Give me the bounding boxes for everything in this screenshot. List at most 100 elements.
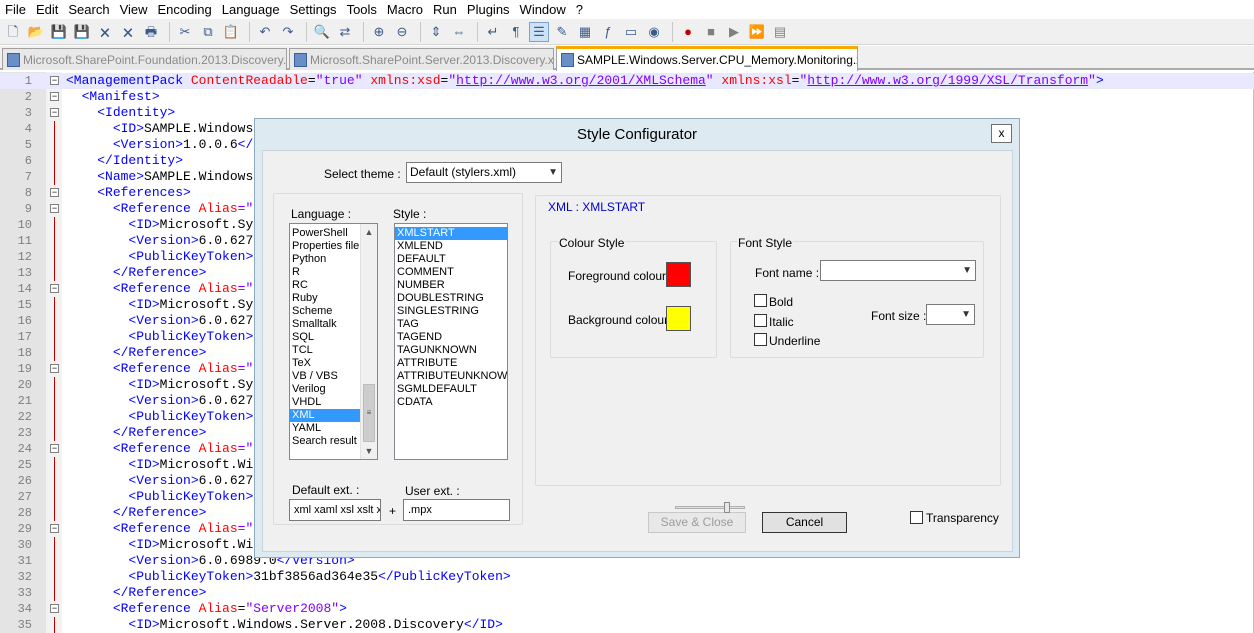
transparency-checkbox[interactable] <box>910 511 923 524</box>
style-item[interactable]: TAGEND <box>395 331 507 344</box>
play-icon[interactable]: ▶ <box>724 22 744 42</box>
fold-minus-icon[interactable]: − <box>50 524 59 533</box>
sync-v-icon[interactable]: ⇕ <box>426 22 446 42</box>
close-all-icon[interactable]: 🗙 <box>118 22 138 42</box>
style-item[interactable]: DEFAULT <box>395 253 507 266</box>
indent-guide-icon[interactable]: ☰ <box>529 21 549 42</box>
style-item[interactable]: TAGUNKNOWN <box>395 344 507 357</box>
fold-minus-icon[interactable]: − <box>50 604 59 613</box>
style-item[interactable]: TAG <box>395 318 507 331</box>
language-list-scrollbar[interactable]: ▲ ≡ ▼ <box>360 224 377 459</box>
stop-icon[interactable]: ■ <box>701 22 721 42</box>
replace-icon[interactable]: ⇄ <box>335 22 355 42</box>
scroll-thumb[interactable]: ≡ <box>363 384 375 442</box>
menu-plugins[interactable]: Plugins <box>462 0 515 19</box>
new-file-icon[interactable]: 🗋 <box>3 22 23 42</box>
code-line[interactable]: 35 <ID>Microsoft.Windows.Server.2008.Dis… <box>0 617 1254 633</box>
paste-icon[interactable]: 📋 <box>221 22 241 42</box>
style-item[interactable]: COMMENT <box>395 266 507 279</box>
menu-search[interactable]: Search <box>63 0 114 19</box>
tab-sample-windows-server[interactable]: SAMPLE.Windows.Server.CPU_Memory.Monitor… <box>556 46 858 71</box>
dialog-close-button[interactable]: x <box>991 124 1012 143</box>
show-all-icon[interactable]: ¶ <box>506 22 526 42</box>
style-item[interactable]: ATTRIBUTE <box>395 357 507 370</box>
menu-encoding[interactable]: Encoding <box>153 0 217 19</box>
save-all-icon[interactable]: 💾 <box>72 22 92 42</box>
fold-minus-icon[interactable]: − <box>50 364 59 373</box>
menu-edit[interactable]: Edit <box>31 0 63 19</box>
menu-settings[interactable]: Settings <box>285 0 342 19</box>
transparency-slider[interactable] <box>675 506 745 509</box>
style-item[interactable]: CDATA <box>395 396 507 409</box>
italic-checkbox[interactable] <box>754 314 767 327</box>
menu-help[interactable]: ? <box>571 0 588 19</box>
fold-minus-icon[interactable]: − <box>50 444 59 453</box>
record-icon[interactable]: ● <box>678 22 698 42</box>
font-size-select[interactable]: ▼ <box>926 304 975 325</box>
menu-run[interactable]: Run <box>428 0 462 19</box>
foreground-colour-swatch[interactable] <box>666 262 691 287</box>
menu-language[interactable]: Language <box>217 0 285 19</box>
fold-minus-icon[interactable]: − <box>50 188 59 197</box>
theme-select[interactable]: Default (stylers.xml) ▼ <box>406 162 562 183</box>
menu-window[interactable]: Window <box>515 0 571 19</box>
style-item[interactable]: SINGLESTRING <box>395 305 507 318</box>
style-item[interactable]: DOUBLESTRING <box>395 292 507 305</box>
style-item[interactable]: XMLSTART <box>395 227 507 240</box>
zoom-in-icon[interactable]: ⊕ <box>369 22 389 42</box>
folder-icon[interactable]: ▭ <box>621 22 641 42</box>
copy-icon[interactable]: ⧉ <box>198 22 218 42</box>
tab-sharepoint-foundation[interactable]: Microsoft.SharePoint.Foundation.2013.Dis… <box>2 48 287 70</box>
play-multi-icon[interactable]: ⏩ <box>747 22 767 42</box>
underline-checkbox[interactable] <box>754 333 767 346</box>
save-icon[interactable]: 💾 <box>49 22 69 42</box>
cancel-button[interactable]: Cancel <box>762 512 847 533</box>
menu-file[interactable]: File <box>0 0 31 19</box>
style-list[interactable]: XMLSTART XMLEND DEFAULT COMMENT NUMBER DOUBLE… <box>394 223 508 460</box>
default-ext-field[interactable]: xml xaml xsl xslt x <box>289 499 381 521</box>
bold-checkbox[interactable] <box>754 294 767 307</box>
doc-map-icon[interactable]: ▦ <box>575 22 595 42</box>
undo-icon[interactable]: ↶ <box>255 22 275 42</box>
fold-minus-icon[interactable]: − <box>50 76 59 85</box>
user-lang-icon[interactable]: ✎ <box>552 22 572 42</box>
redo-icon[interactable]: ↷ <box>278 22 298 42</box>
fold-minus-icon[interactable]: − <box>50 284 59 293</box>
close-icon[interactable]: 🗙 <box>95 22 115 42</box>
background-colour-swatch[interactable] <box>666 306 691 331</box>
scroll-up-icon[interactable]: ▲ <box>361 224 377 240</box>
language-list[interactable]: PowerShell Properties file Python R RC Ruby Sc… <box>289 223 378 460</box>
tab-sharepoint-server[interactable]: Microsoft.SharePoint.Server.2013.Discove… <box>289 48 554 70</box>
word-wrap-icon[interactable]: ↵ <box>483 22 503 42</box>
cut-icon[interactable]: ✂ <box>175 22 195 42</box>
style-item[interactable]: ATTRIBUTEUNKNOWN <box>395 370 507 383</box>
code-line[interactable]: 1 − <ManagementPack ContentReadable="true"… <box>0 73 1254 89</box>
zoom-out-icon[interactable]: ⊖ <box>392 22 412 42</box>
font-name-select[interactable]: ▼ <box>820 260 976 281</box>
sync-h-icon[interactable]: ⇔ <box>449 22 469 42</box>
code-line[interactable]: 2 − <Manifest> <box>0 89 1254 105</box>
save-macro-icon[interactable]: ▤ <box>770 22 790 42</box>
transparency-slider-thumb[interactable] <box>724 502 730 513</box>
function-list-icon[interactable]: ƒ <box>598 22 618 42</box>
fold-minus-icon[interactable]: − <box>50 92 59 101</box>
user-ext-field[interactable]: .mpx <box>403 499 510 521</box>
code-line[interactable]: 34 − <Reference Alias="Server2008"> <box>0 601 1254 617</box>
monitor-icon[interactable]: ◉ <box>644 22 664 42</box>
menu-macro[interactable]: Macro <box>382 0 428 19</box>
fold-minus-icon[interactable]: − <box>50 204 59 213</box>
code-line[interactable]: 32 <PublicKeyToken>31bf3856ad364e35</Pub… <box>0 569 1254 585</box>
style-item[interactable]: SGMLDEFAULT <box>395 383 507 396</box>
style-item[interactable]: XMLEND <box>395 240 507 253</box>
find-icon[interactable]: 🔍 <box>312 22 332 42</box>
style-item[interactable]: NUMBER <box>395 279 507 292</box>
open-file-icon[interactable]: 📂 <box>26 22 46 42</box>
save-close-button[interactable]: Save & Close <box>648 512 746 533</box>
fold-line <box>54 393 55 409</box>
print-icon[interactable]: 🖶 <box>141 22 161 42</box>
code-line[interactable]: 33 </Reference> <box>0 585 1254 601</box>
fold-minus-icon[interactable]: − <box>50 108 59 117</box>
menu-view[interactable]: View <box>115 0 153 19</box>
scroll-down-icon[interactable]: ▼ <box>361 443 377 459</box>
menu-tools[interactable]: Tools <box>342 0 382 19</box>
